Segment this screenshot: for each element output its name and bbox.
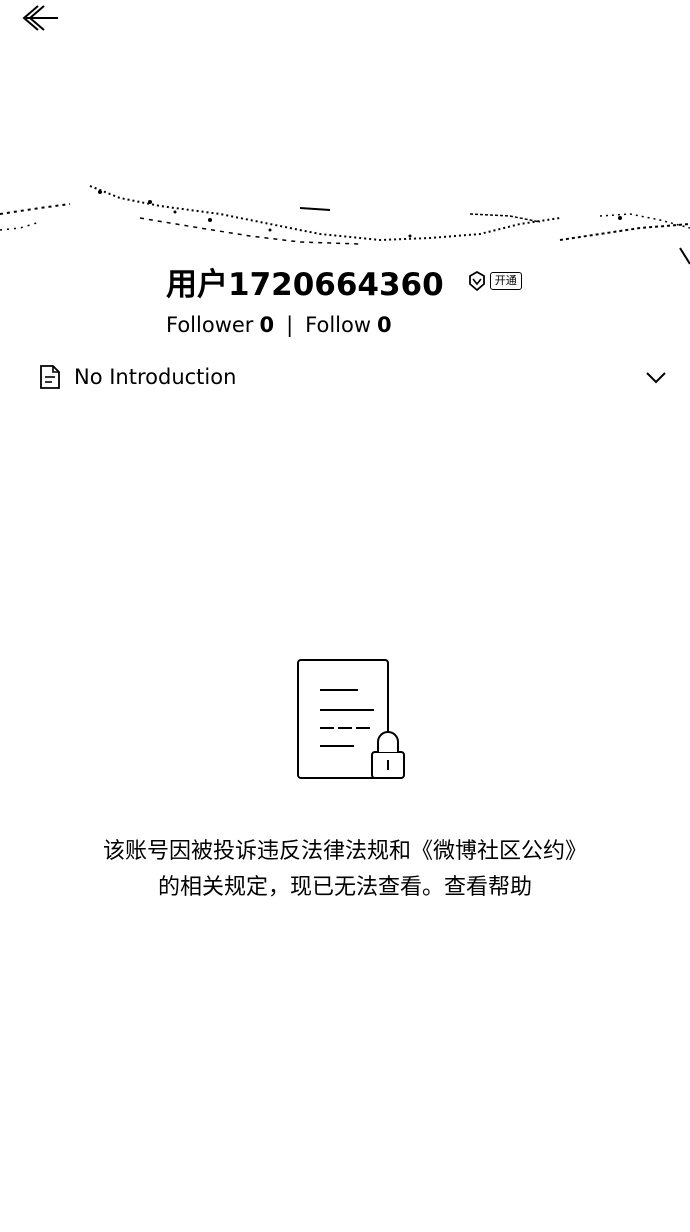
username: 用户1720664360 <box>166 266 444 303</box>
locked-document-icon <box>297 659 405 779</box>
back-arrow-icon <box>22 5 58 31</box>
document-icon <box>40 365 60 389</box>
chevron-down-icon[interactable] <box>644 365 668 389</box>
following-label: Follow <box>305 313 372 337</box>
followers-stat[interactable]: Follower 0 <box>166 313 274 337</box>
profile-banner <box>0 185 690 265</box>
stats-separator: | <box>286 313 294 337</box>
vip-badge[interactable]: 开通 <box>466 268 522 294</box>
vip-badge-label: 开通 <box>489 272 522 290</box>
help-link[interactable]: 查看帮助 <box>444 875 532 900</box>
notice-line-2-row: 的相关规定，现已无法查看。查看帮助 <box>0 870 690 906</box>
notice-line-1: 该账号因被投诉违反法律法规和《微博社区公约》 <box>102 839 587 864</box>
vip-diamond-icon <box>468 270 485 292</box>
followers-label: Follower <box>166 313 254 337</box>
account-restricted-notice: 该账号因被投诉违反法律法规和《微博社区公约》 的相关规定，现已无法查看。查看帮助 <box>0 834 690 906</box>
following-stat[interactable]: Follow 0 <box>305 313 392 337</box>
followers-count: 0 <box>259 313 275 337</box>
follow-stats: Follower 0 | Follow 0 <box>166 310 392 340</box>
intro-text: No Introduction <box>74 365 237 389</box>
notice-line-2: 的相关规定，现已无法查看。 <box>157 875 444 900</box>
following-count: 0 <box>377 313 392 337</box>
back-button[interactable] <box>18 2 62 34</box>
profile-name-row: 用户1720664360 开通 <box>166 258 522 304</box>
intro-row[interactable]: No Introduction <box>38 360 668 394</box>
